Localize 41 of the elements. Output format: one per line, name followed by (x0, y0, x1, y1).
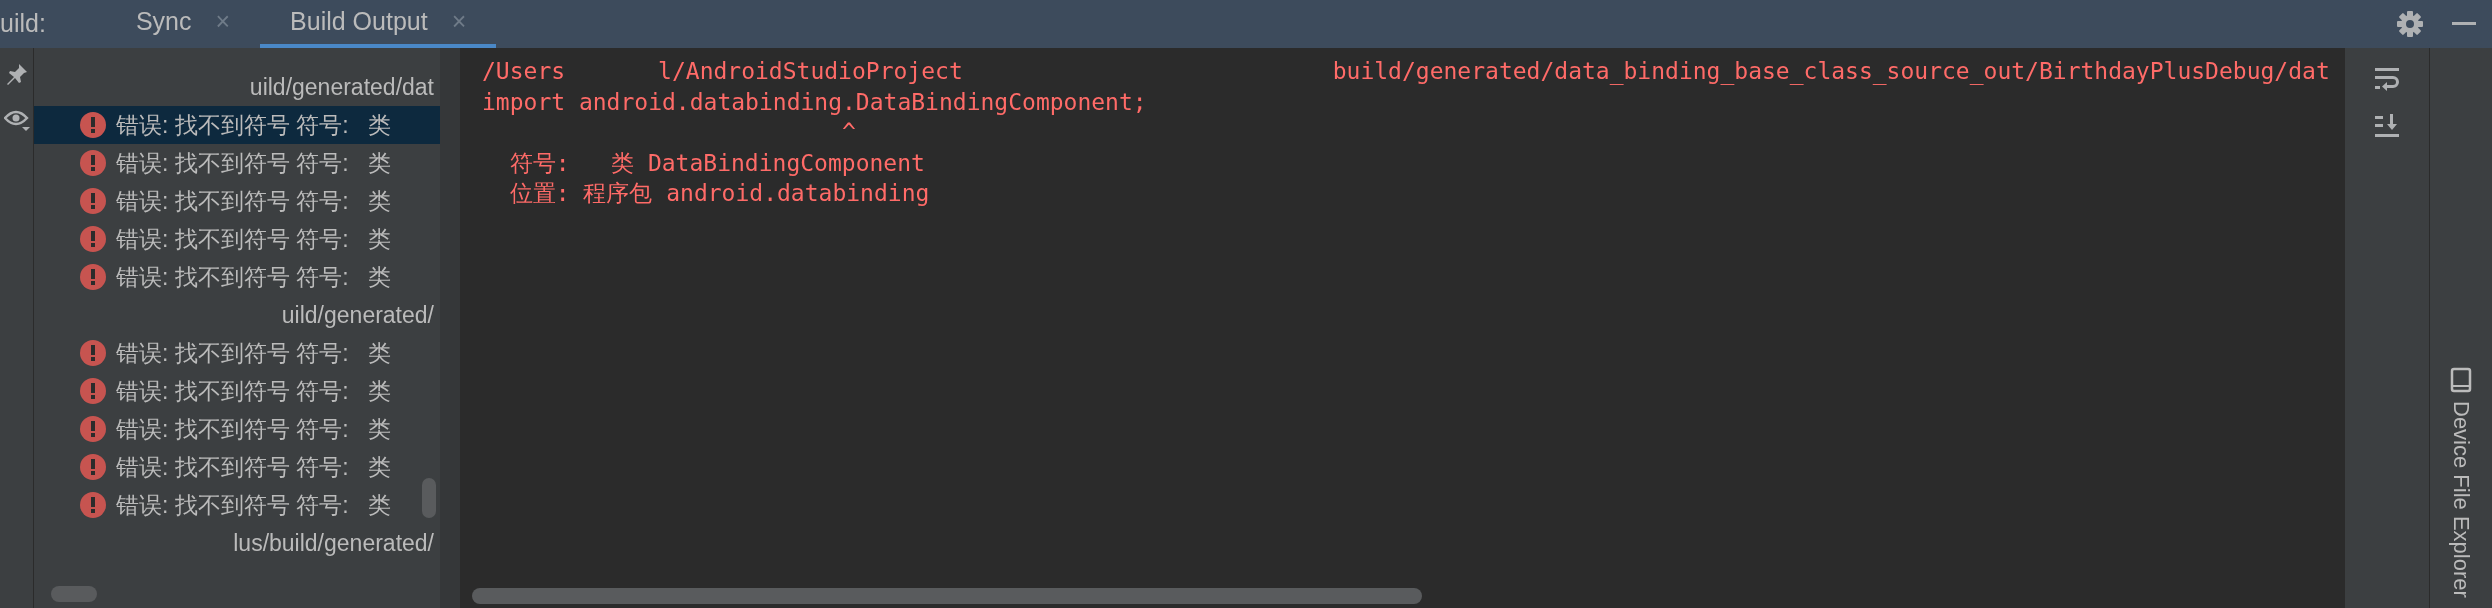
soft-wrap-icon[interactable] (2373, 66, 2401, 94)
error-icon (80, 378, 106, 404)
console-text: 符号: 类 DataBindingComponent (508, 148, 925, 178)
error-icon (80, 150, 106, 176)
scrollbar-thumb[interactable] (422, 478, 436, 518)
settings-icon[interactable] (2394, 8, 2426, 40)
tree-item[interactable]: 错误: 找不到符号 符号: 类 (34, 144, 440, 182)
eye-icon[interactable] (3, 108, 30, 132)
tree-item[interactable]: uild/generated/dat (34, 68, 440, 106)
tree-item[interactable]: 错误: 找不到符号 符号: 类 (34, 486, 440, 524)
tree-item[interactable]: 错误: 找不到符号 符号: 类 (34, 372, 440, 410)
error-icon (80, 112, 106, 138)
error-icon (80, 416, 106, 442)
side-tool-tab[interactable]: Device File Explorer (2444, 367, 2478, 598)
scrollbar-thumb[interactable] (472, 588, 1422, 604)
tree-item[interactable]: 错误: 找不到符号 符号: 类 (34, 220, 440, 258)
console-text: 位置: 程序包 android.databinding (508, 179, 930, 208)
toolwindow-title: uild: (0, 8, 46, 40)
tree-item[interactable]: 错误: 找不到符号 符号: 类 (34, 258, 440, 296)
tree-item[interactable]: 错误: 找不到符号 符号: 类 (34, 106, 440, 144)
tree-item[interactable]: 错误: 找不到符号 符号: 类 (34, 182, 440, 220)
console-text: build/generated/data_binding_base_class_source_out/BirthdayPlusDebug/dat (1332, 57, 2330, 87)
error-icon (80, 492, 106, 518)
error-icon (80, 340, 106, 366)
error-icon (80, 264, 106, 290)
error-icon (80, 454, 106, 480)
console-text: import android.databinding.DataBindingComponent; (482, 87, 1147, 117)
tree-item[interactable]: lus/build/generated/ (34, 524, 440, 562)
scroll-to-end-icon[interactable] (2373, 112, 2401, 140)
tree-item[interactable]: 错误: 找不到符号 符号: 类 (34, 410, 440, 448)
error-icon (80, 226, 106, 252)
error-icon (80, 188, 106, 214)
console-text: /Users (482, 57, 566, 86)
console-text: ^ (841, 118, 856, 147)
console-text: l/AndroidStudioProject (658, 57, 963, 86)
phone-icon (2450, 367, 2472, 394)
scrollbar-thumb[interactable] (51, 586, 97, 602)
tree-item[interactable]: 错误: 找不到符号 符号: 类 (34, 334, 440, 372)
tab[interactable]: Sync × (105, 0, 261, 48)
tree-item[interactable]: uild/generated/ (34, 296, 440, 334)
tree-item[interactable]: 错误: 找不到符号 符号: 类 (34, 448, 440, 486)
